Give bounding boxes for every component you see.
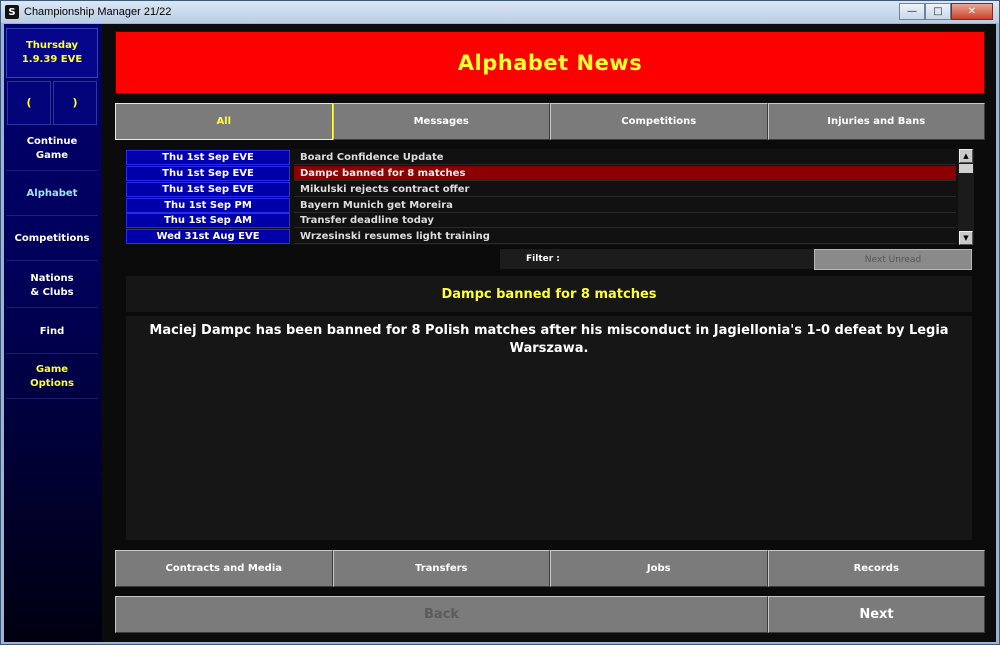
news-headline: Transfer deadline today [294,213,956,228]
filter-label: Filter : [526,254,560,264]
page-title: Alphabet News [457,50,643,75]
game-client-area: Thursday 1.9.39 EVE ( ) Continue Game Al… [4,24,996,642]
tab-all[interactable]: All [115,103,333,140]
tab-transfers[interactable]: Transfers [332,550,550,587]
back-button[interactable]: Back [115,596,768,633]
close-icon[interactable]: ✕ [951,3,993,20]
tab-injuries-and-bans[interactable]: Injuries and Bans [767,103,985,140]
title-bar[interactable]: S Championship Manager 21/22 — □ ✕ [1,1,999,23]
news-date: Thu 1st Sep EVE [126,182,290,197]
news-row-selected[interactable]: Thu 1st Sep EVE Dampc banned for 8 match… [126,166,956,181]
news-headline: Board Confidence Update [294,150,956,165]
news-date: Thu 1st Sep AM [126,213,290,228]
news-row[interactable]: Thu 1st Sep PM Bayern Munich get Moreira [126,198,956,213]
news-headline: Bayern Munich get Moreira [294,198,956,213]
news-scrollbar[interactable]: ▲ ▼ [958,149,974,245]
article-title: Dampc banned for 8 matches [126,276,972,312]
news-row[interactable]: Thu 1st Sep EVE Mikulski rejects contrac… [126,182,956,197]
scroll-thumb[interactable] [959,164,973,173]
tab-messages[interactable]: Messages [332,103,550,140]
tab-contracts-and-media[interactable]: Contracts and Media [115,550,333,587]
sidebar-item-alphabet[interactable]: Alphabet [6,172,98,216]
window-title: Championship Manager 21/22 [24,6,172,18]
news-headline: Mikulski rejects contract offer [294,182,956,197]
filter-bar[interactable]: Filter : [500,249,814,269]
date-navigation: ( ) [6,80,98,125]
tab-records[interactable]: Records [767,550,985,587]
news-category-tabs: All Messages Competitions Injuries and B… [115,103,985,140]
app-icon: S [5,5,19,19]
scroll-down-icon[interactable]: ▼ [959,231,973,245]
sidebar-item-continue-game[interactable]: Continue Game [6,127,98,171]
tab-jobs[interactable]: Jobs [550,550,768,587]
previous-arrow-button[interactable]: ( [7,80,51,125]
news-row[interactable]: Wed 31st Aug EVE Wrzesinski resumes ligh… [126,229,956,244]
sidebar-item-nations-clubs[interactable]: Nations & Clubs [6,264,98,308]
tab-competitions[interactable]: Competitions [550,103,768,140]
news-date: Thu 1st Sep EVE [126,150,290,165]
next-unread-button[interactable]: Next Unread [814,249,972,270]
sidebar-item-game-options[interactable]: Game Options [6,355,98,399]
article-body: Maciej Dampc has been banned for 8 Polis… [126,316,972,540]
page-header: Alphabet News [115,31,985,94]
news-date: Wed 31st Aug EVE [126,229,290,244]
news-row[interactable]: Thu 1st Sep EVE Board Confidence Update [126,150,956,165]
current-date[interactable]: Thursday 1.9.39 EVE [6,28,98,78]
next-arrow-button[interactable]: ) [53,80,97,125]
minimize-icon[interactable]: — [899,3,925,20]
news-list: Thu 1st Sep EVE Board Confidence Update … [126,149,974,245]
news-row[interactable]: Thu 1st Sep AM Transfer deadline today [126,213,956,228]
sidebar: Thursday 1.9.39 EVE ( ) Continue Game Al… [4,24,102,642]
news-date: Thu 1st Sep PM [126,198,290,213]
news-headline: Dampc banned for 8 matches [294,166,956,181]
window-controls: — □ ✕ [899,3,993,20]
next-button[interactable]: Next [768,596,985,633]
news-date: Thu 1st Sep EVE [126,166,290,181]
bottom-tabs: Contracts and Media Transfers Jobs Recor… [115,550,985,587]
app-window: S Championship Manager 21/22 — □ ✕ Thurs… [0,0,1000,645]
maximize-icon[interactable]: □ [925,3,951,20]
scroll-up-icon[interactable]: ▲ [959,149,973,163]
news-headline: Wrzesinski resumes light training [294,229,956,244]
sidebar-item-competitions[interactable]: Competitions [6,217,98,261]
sidebar-item-find[interactable]: Find [6,310,98,354]
